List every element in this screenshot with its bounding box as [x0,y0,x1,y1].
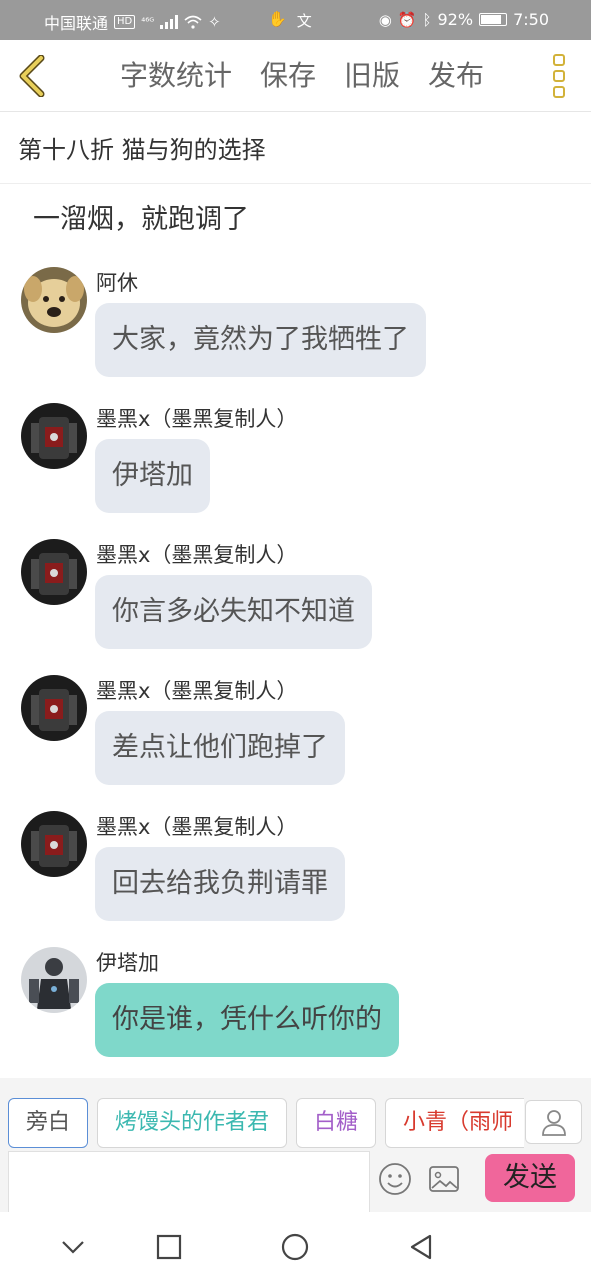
image-icon [429,1166,459,1192]
word-count-button[interactable]: 字数统计 [120,56,232,96]
smiley-icon [379,1163,411,1195]
narration-text: 一溜烟，就跑调了 [33,204,249,235]
chevron-down-icon [62,1241,84,1254]
save-button[interactable]: 保存 [260,56,316,96]
sender-name: 墨黑x（墨黑复制人） [96,815,298,839]
battery-percent: 92% [437,10,474,29]
sender-name: 墨黑x（墨黑复制人） [96,407,298,431]
triangle-back-icon [410,1234,432,1260]
composer: 旁白 烤馒头的作者君 白糖 小青（雨师 发送 [0,1078,591,1212]
old-version-button[interactable]: 旧版 [344,56,400,96]
back-button[interactable] [10,52,54,100]
eye-icon: ◉ [378,10,392,29]
home-button[interactable] [280,1232,310,1262]
hand-icon: ✋ [268,10,287,28]
role-tab[interactable]: 白糖 [296,1098,377,1148]
publish-button[interactable]: 发布 [428,56,484,96]
hd-badge: HD [114,15,136,29]
system-nav-bar [0,1212,591,1280]
recents-button[interactable] [154,1232,184,1262]
robot-avatar[interactable] [21,403,87,469]
network-type: ⁴⁶ᴳ [141,16,155,28]
role-tab[interactable]: 烤馒头的作者君 [97,1098,288,1148]
sender-name: 墨黑x（墨黑复制人） [96,679,298,703]
chevron-left-icon [19,55,45,97]
message-bubble[interactable]: 你是谁，凭什么听你的 [95,983,399,1057]
sender-name: 阿休 [96,271,138,295]
alarm-icon: ⏰ [397,10,417,29]
message-bubble[interactable]: 大家，竟然为了我牺牲了 [95,303,426,377]
wifi-icon [184,15,202,29]
signal-bars-icon [160,15,179,29]
circle-icon [281,1233,309,1261]
emoji-button[interactable] [378,1162,412,1196]
role-tab[interactable]: 旁白 [8,1098,89,1148]
role-selector: 旁白 烤馒头的作者君 白糖 小青（雨师 [8,1098,524,1150]
bulb-icon: ✧ [208,13,221,31]
message-bubble[interactable]: 你言多必失知不知道 [95,575,372,649]
more-dot [553,70,565,82]
chat-area[interactable]: 一溜烟，就跑调了 阿休 大家，竟然为了我牺牲了 墨黑x（墨黑复制人） 伊塔加 墨… [0,185,591,1078]
role-tab[interactable]: 小青（雨师 [385,1098,524,1148]
robot-avatar[interactable] [21,675,87,741]
more-menu-button[interactable] [545,52,573,100]
more-dot [553,54,565,66]
chapter-bar[interactable]: 第十八折 猫与狗的选择 [0,112,591,184]
add-role-button[interactable] [525,1100,582,1144]
sender-name: 伊塔加 [96,951,159,975]
image-button[interactable] [428,1164,460,1194]
square-icon [156,1234,182,1260]
armor-avatar[interactable] [21,947,87,1013]
carrier-label: 中国联通 [44,14,109,33]
message-bubble[interactable]: 回去给我负荆请罪 [95,847,345,921]
robot-avatar[interactable] [21,811,87,877]
bluetooth-icon: ᛒ [422,10,432,29]
send-button[interactable]: 发送 [485,1154,575,1202]
top-nav: 字数统计 保存 旧版 发布 [0,40,591,112]
back-system-button[interactable] [406,1232,436,1262]
sender-name: 墨黑x（墨黑复制人） [96,543,298,567]
status-bar: 中国联通 HD ⁴⁶ᴳ ✧ ✋ 文 ◉ ⏰ ᛒ 92% 7:50 [0,0,591,40]
dog-avatar[interactable] [21,267,87,333]
nav-actions: 字数统计 保存 旧版 发布 [120,56,512,96]
message-input[interactable] [8,1151,370,1212]
battery-icon [479,13,508,26]
translate-icon: 文 [296,12,312,30]
more-dot [553,86,565,98]
message-bubble[interactable]: 伊塔加 [95,439,210,513]
person-icon [541,1110,566,1136]
chapter-title: 第十八折 猫与狗的选择 [18,136,266,164]
clock: 7:50 [513,10,549,29]
message-bubble[interactable]: 差点让他们跑掉了 [95,711,345,785]
robot-avatar[interactable] [21,539,87,605]
nav-collapse-button[interactable] [58,1232,88,1262]
